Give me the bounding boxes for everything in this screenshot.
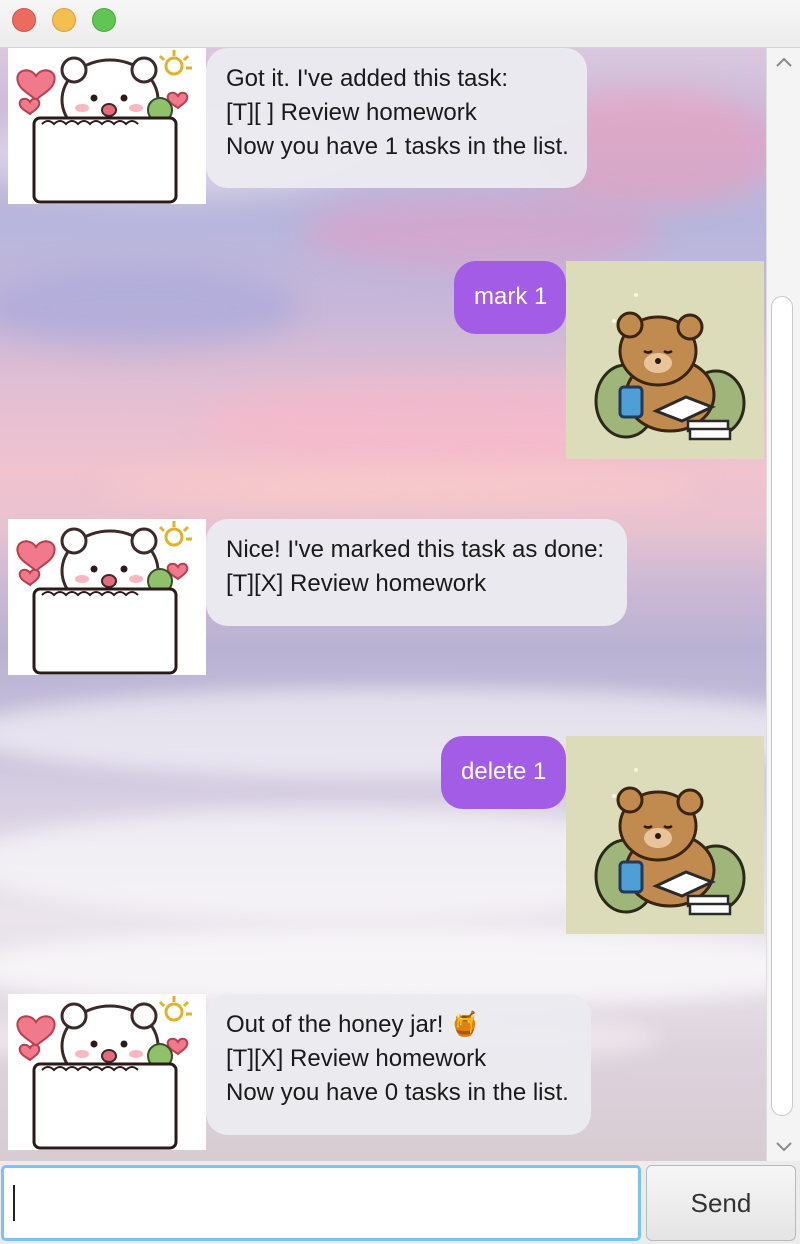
user-message-bubble: delete 1 [441,736,566,809]
bot-avatar [8,994,206,1150]
user-message-bubble: mark 1 [454,261,566,334]
message-text-line: [T][X] Review homework [226,1045,487,1072]
send-button[interactable]: Send [646,1165,796,1241]
bot-avatar [8,48,206,204]
message-text-line: Now you have 0 tasks in the list. [226,1079,569,1106]
message-text-line: [T][X] Review homework [226,570,487,597]
user-avatar [566,261,764,459]
input-bar: Send [0,1161,800,1244]
message-row-bot: Got it. I've added this task: [T][ ] Rev… [0,48,766,208]
brown-bear-reading-icon [566,736,764,934]
white-bear-sign-icon [8,519,206,675]
white-bear-sign-icon [8,48,206,204]
message-text-line: Out of the honey jar! 🍯 [226,1011,481,1038]
close-window-button[interactable] [12,8,36,32]
minimize-window-button[interactable] [52,8,76,32]
chat-area[interactable]: Got it. I've added this task: [T][ ] Rev… [0,48,766,1161]
scrollbar-thumb[interactable] [771,296,793,1116]
background-cloud [300,198,660,268]
chevron-up-icon[interactable] [775,56,793,70]
message-row-bot: Nice! I've marked this task as done: [T]… [0,519,766,679]
bot-avatar [8,519,206,675]
bot-message-bubble: Got it. I've added this task: [T][ ] Rev… [206,48,587,188]
white-bear-sign-icon [8,994,206,1150]
brown-bear-reading-icon [566,261,764,459]
message-row-bot: Out of the honey jar! 🍯 [T][X] Review ho… [0,994,766,1154]
title-bar [0,0,800,48]
zoom-window-button[interactable] [92,8,116,32]
message-text-line: Got it. I've added this task: [226,65,509,92]
user-avatar [566,736,764,934]
message-input[interactable] [1,1165,641,1241]
background-horizon [100,468,700,508]
message-text-line: delete 1 [461,758,547,785]
message-row-user: mark 1 [0,261,766,459]
message-text-line: mark 1 [474,283,548,310]
message-text-line: [T][ ] Review homework [226,99,477,126]
app-window: Got it. I've added this task: [T][ ] Rev… [0,0,800,1244]
chevron-down-icon[interactable] [775,1141,793,1155]
chat-scrollbar[interactable] [766,48,800,1161]
bot-message-bubble: Nice! I've marked this task as done: [T]… [206,519,627,626]
message-text-line: Nice! I've marked this task as done: [226,536,605,563]
bot-message-bubble: Out of the honey jar! 🍯 [T][X] Review ho… [206,994,591,1135]
message-row-user: delete 1 [0,736,766,934]
text-caret [13,1185,15,1221]
message-text-line: Now you have 1 tasks in the list. [226,133,569,160]
